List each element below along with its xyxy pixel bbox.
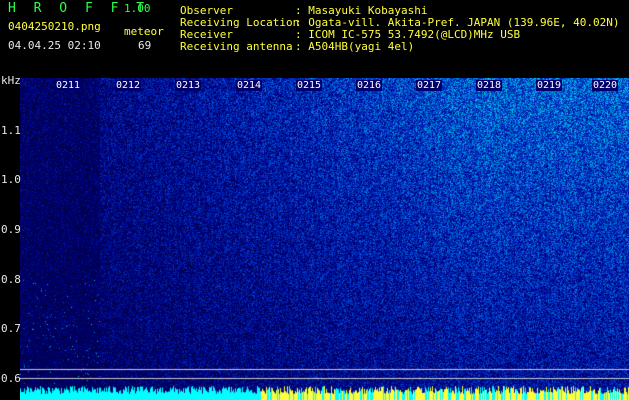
image-filename: 0404250210.png bbox=[8, 20, 101, 33]
y-tick-0-6: 0.6 bbox=[1, 372, 21, 385]
antenna-label: Receiving antenna bbox=[180, 40, 293, 53]
time-tick-0219: 0219 bbox=[536, 80, 563, 91]
y-tick-0-7: 0.7 bbox=[1, 322, 21, 335]
time-tick-0220: 0220 bbox=[592, 80, 619, 91]
y-tick-1-0: 1.0 bbox=[1, 173, 21, 186]
time-tick-0216: 0216 bbox=[356, 80, 383, 91]
y-tick-1-1: 1.1 bbox=[1, 124, 21, 137]
time-tick-0213: 0213 bbox=[175, 80, 202, 91]
observation-datetime: 04.04.25 02:10 bbox=[8, 39, 101, 52]
frequency-unit-label: kHz bbox=[1, 74, 21, 87]
time-tick-0218: 0218 bbox=[476, 80, 503, 91]
spectrogram-canvas bbox=[20, 78, 629, 400]
app-version: 1.00 bbox=[124, 2, 151, 15]
antenna-value: : A504HB(yagi 4el) bbox=[295, 40, 415, 53]
meteor-label: meteor bbox=[124, 25, 164, 38]
time-tick-0214: 0214 bbox=[236, 80, 263, 91]
y-tick-0-9: 0.9 bbox=[1, 223, 21, 236]
time-tick-0212: 0212 bbox=[115, 80, 142, 91]
y-tick-0-8: 0.8 bbox=[1, 273, 21, 286]
time-tick-0215: 0215 bbox=[296, 80, 323, 91]
time-tick-0211: 0211 bbox=[55, 80, 82, 91]
meteor-count: 69 bbox=[138, 39, 152, 52]
time-tick-0217: 0217 bbox=[416, 80, 443, 91]
